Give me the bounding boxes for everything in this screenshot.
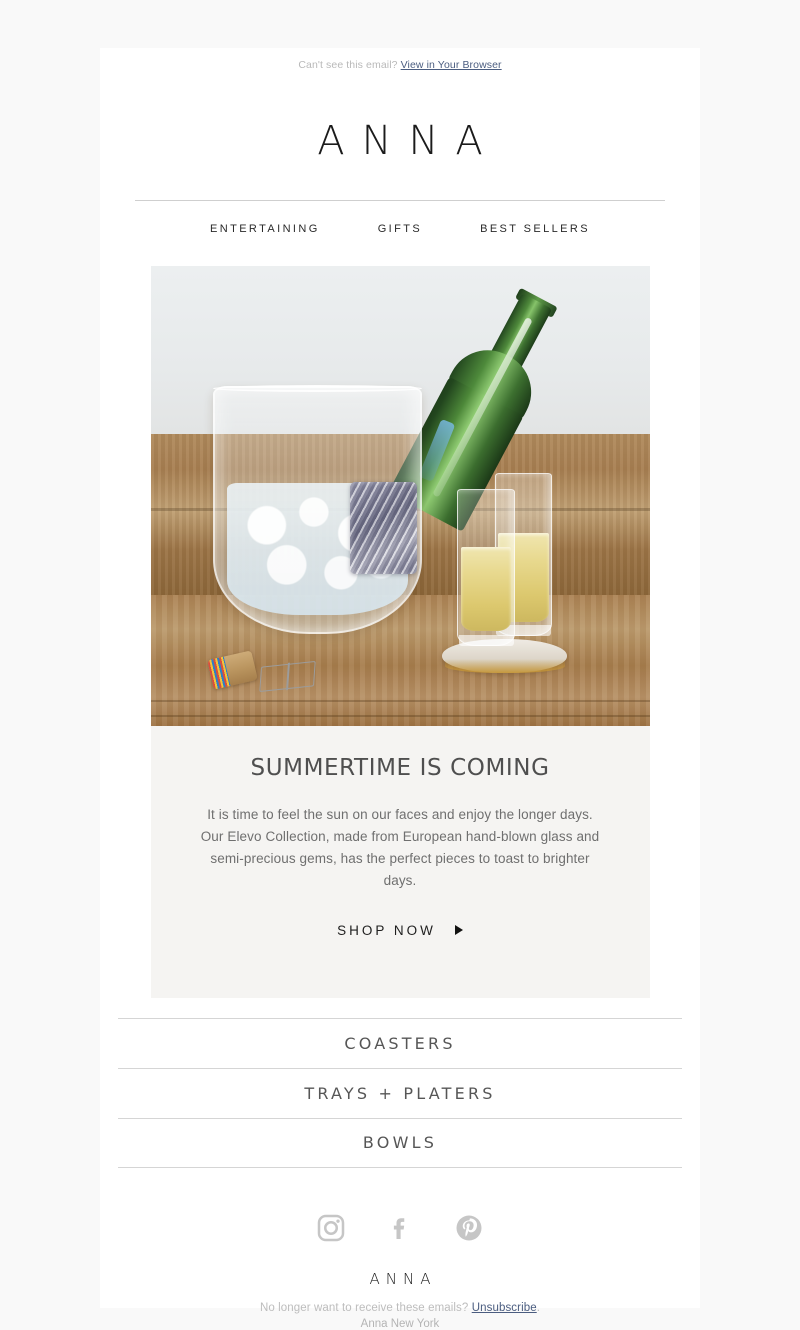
footer-address: Anna New York [360,1317,440,1330]
pinterest-icon [456,1215,482,1241]
unsubscribe-prefix: No longer want to receive these emails? [259,1301,469,1314]
flute-wine [460,547,512,632]
category-label: TRAYS + PLATERS [304,1083,496,1103]
email-card: Can't see this email? View in Your Brows… [100,48,700,1330]
facebook-link[interactable] [385,1213,415,1243]
instagram-icon [317,1214,345,1241]
category-list: COASTERS TRAYS + PLATERS BOWLS [118,1017,682,1168]
preheader: Can't see this email? View in Your Brows… [100,48,700,71]
hero-plank-line-2 [150,714,650,717]
unsubscribe-line: No longer want to receive these emails? … [100,1302,700,1314]
pinterest-link[interactable] [454,1213,484,1243]
promo-body: It is time to feel the sun on our faces … [200,806,600,888]
bucket-rim [212,384,423,392]
promo-headline: SUMMERTIME IS COMING [250,755,550,781]
email-page: Can't see this email? View in Your Brows… [0,0,800,1330]
hero-container [150,266,650,726]
hero-image[interactable] [150,266,650,726]
main-nav: ENTERTAINING GIFTS BEST SELLERS [100,201,700,235]
shop-now-label: SHOP NOW [337,922,436,938]
agate-accent-stone [350,482,418,575]
social-links [100,1168,700,1243]
category-label: BOWLS [362,1133,438,1153]
flute-base [458,634,514,646]
preheader-text: Can't see this email? [298,59,398,71]
facebook-icon [393,1217,405,1239]
unsubscribe-suffix: . [536,1301,541,1314]
category-label: COASTERS [344,1033,456,1053]
category-row-bowls[interactable]: BOWLS [118,1117,682,1168]
footer-logo[interactable]: ANNA [364,1270,437,1288]
instagram-link[interactable] [316,1213,346,1243]
promo-panel: SUMMERTIME IS COMING It is time to feel … [150,726,650,998]
email-footer: ANNA No longer want to receive these ema… [100,1243,700,1330]
shop-now-button[interactable]: SHOP NOW [337,923,463,938]
arrow-right-icon [454,925,463,936]
hero-plank-line-1 [150,699,650,702]
nav-item-entertaining[interactable]: ENTERTAINING [210,223,320,235]
logo-container: ANNA [100,71,700,161]
category-row-coasters[interactable]: COASTERS [118,1017,682,1068]
champagne-flute-front [457,489,515,646]
brand-logo[interactable]: ANNA [300,121,500,161]
nav-item-best-sellers[interactable]: BEST SELLERS [480,223,590,235]
nav-item-gifts[interactable]: GIFTS [378,223,422,235]
view-in-browser-link[interactable]: View in Your Browser [401,59,502,71]
category-row-trays-platers[interactable]: TRAYS + PLATERS [118,1067,682,1118]
unsubscribe-link[interactable]: Unsubscribe [472,1302,537,1314]
